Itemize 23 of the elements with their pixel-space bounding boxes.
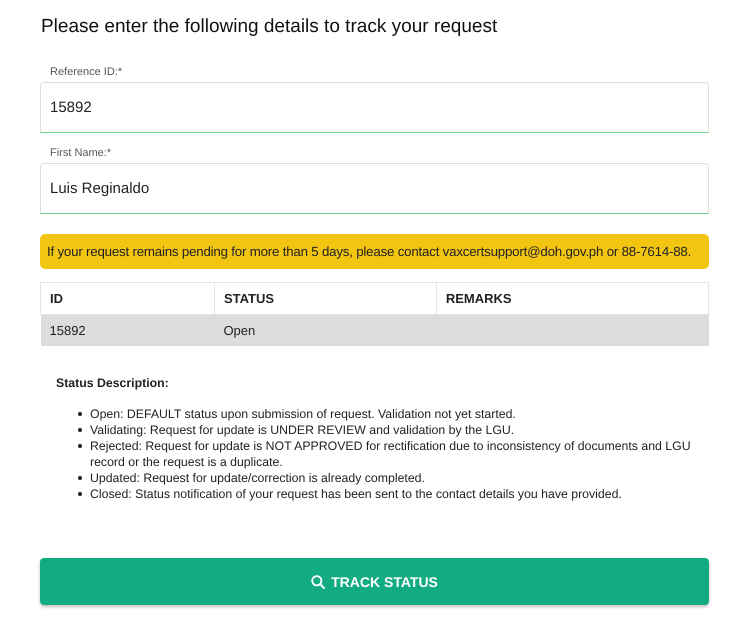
status-description: Open: DEFAULT status upon submission of request. Validation not yet started. <box>90 406 516 422</box>
search-icon <box>311 574 326 588</box>
page-title: Please enter the following details to track your request <box>41 16 498 38</box>
table-cell: 15892 <box>40 314 214 346</box>
notice-banner: If your request remains pending for more than 5 days, please contact vaxcertsupport@doh.gov.ph or 88-7614-88. <box>40 234 709 269</box>
field-label: Reference ID:* <box>50 66 122 78</box>
status-description: Rejected: Request for update is NOT APPROVED for rectification due to inconsistency of documents and LGU record or the request is a duplicate. <box>90 438 692 470</box>
status-description: Closed: Status notification of your request has been sent to the contact details you have provided. <box>90 486 622 502</box>
column-header: STATUS <box>214 282 436 314</box>
table-cell: Open <box>214 314 436 346</box>
bullet-icon <box>78 444 82 448</box>
bullet-icon <box>78 476 82 480</box>
status-description: Validating: Request for update is UNDER REVIEW and validation by the LGU. <box>90 422 514 438</box>
field-label: First Name:* <box>50 147 112 159</box>
column-header: REMARKS <box>436 282 708 314</box>
status-description: Updated: Request for update/correction is already completed. <box>90 470 425 486</box>
column-header: ID <box>40 282 214 314</box>
bullet-icon <box>78 492 82 496</box>
input-field[interactable]: 15892 <box>40 82 709 133</box>
bullet-icon <box>78 428 82 432</box>
bullet-icon <box>78 412 82 416</box>
input-field[interactable]: Luis Reginaldo <box>40 163 709 214</box>
section-heading: Status Description: <box>56 376 169 390</box>
